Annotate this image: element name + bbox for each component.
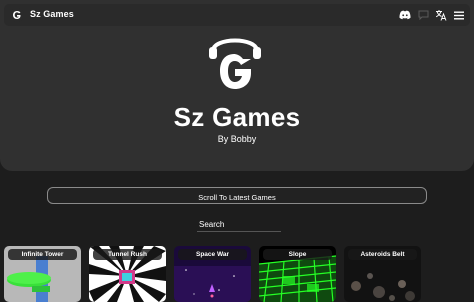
game-card-space-war[interactable]: Space War — [174, 246, 251, 302]
site-logo — [209, 38, 261, 89]
game-card-title: Slope — [263, 249, 332, 260]
game-card-slope[interactable]: Slope — [259, 246, 336, 302]
hero-title: Sz Games — [173, 102, 301, 132]
game-card-asteroids-belt[interactable]: Asteroids Belt — [344, 246, 421, 302]
scroll-to-latest-button[interactable]: Scroll To Latest Games — [47, 187, 427, 204]
game-card-title: Tunnel Rush — [93, 249, 162, 260]
game-card-title: Asteroids Belt — [348, 249, 417, 260]
game-card-infinite-tower[interactable]: Infinite Tower — [4, 246, 81, 302]
hero-subtitle: By Bobby — [217, 134, 257, 144]
game-card-title: Infinite Tower — [8, 249, 77, 260]
discord-icon[interactable] — [399, 9, 411, 21]
top-navbar: Sz Games — [4, 4, 470, 26]
chat-icon[interactable] — [417, 9, 429, 21]
search-input[interactable] — [197, 217, 281, 232]
game-card-title: Space War — [178, 249, 247, 260]
game-card-tunnel-rush[interactable]: Tunnel Rush — [89, 246, 166, 302]
logo-icon[interactable] — [10, 8, 24, 22]
menu-icon[interactable] — [453, 9, 465, 21]
translate-icon[interactable] — [435, 9, 447, 21]
nav-icon-group — [399, 8, 465, 22]
nav-title: Sz Games — [30, 9, 74, 19]
